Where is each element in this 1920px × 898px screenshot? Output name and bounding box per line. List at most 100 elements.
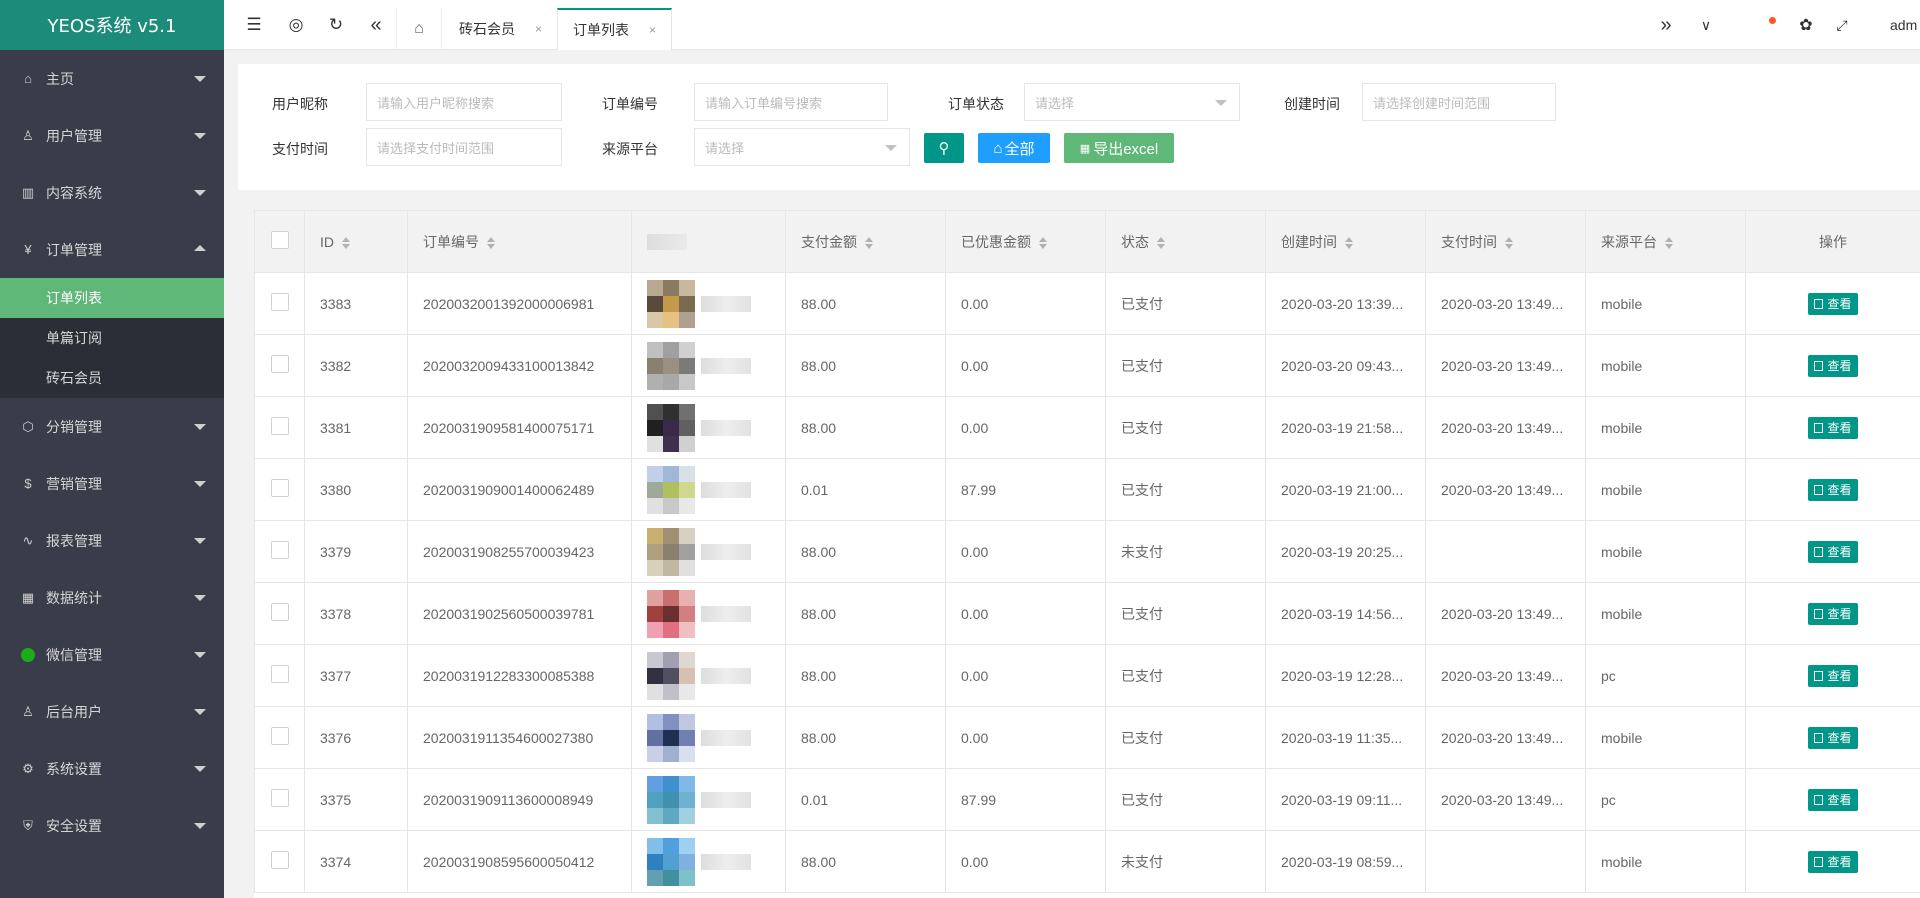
sidebar-subitem[interactable]: 单篇订阅 [0,318,224,358]
status-select[interactable]: 请选择 [1024,83,1240,121]
cell-paid [1425,830,1586,893]
sort-icon[interactable] [1157,236,1165,249]
table-row: 3376 2020031911354600027380 88.00 0.00 已支付 20… [254,706,1920,769]
row-checkbox[interactable] [270,293,289,311]
view-button[interactable]: 查看 [1808,850,1858,873]
sidebar-item[interactable]: ♙ 后台用户 [0,683,224,740]
globe-icon[interactable]: ◎ [276,0,316,50]
tab-scroll-left-icon[interactable]: « [356,0,396,50]
sort-icon[interactable] [342,236,350,249]
cell-order-no: 2020031908255700039423 [407,520,632,583]
cell-amount: 88.00 [785,396,946,459]
sidebar-item[interactable]: ¥ 订单管理 [0,221,224,278]
row-checkbox[interactable] [270,665,289,683]
close-icon[interactable]: × [649,23,656,37]
view-button[interactable]: 查看 [1808,726,1858,749]
select-all-checkbox[interactable] [270,231,289,249]
header-created[interactable]: 创建时间 [1265,210,1426,273]
view-button[interactable]: 查看 [1808,416,1858,439]
sidebar-item[interactable]: 微信管理 [0,626,224,683]
view-button[interactable]: 查看 [1808,602,1858,625]
row-checkbox[interactable] [270,789,289,807]
view-button[interactable]: 查看 [1808,478,1858,501]
row-checkbox[interactable] [270,603,289,621]
view-button[interactable]: 查看 [1808,540,1858,563]
show-all-button[interactable]: ⌂ 全部 [978,133,1050,163]
platform-label: 来源平台 [602,141,658,157]
header-id[interactable]: ID [304,210,408,273]
avatar [647,527,695,576]
row-checkbox[interactable] [270,479,289,497]
palette-icon[interactable]: ✿ [1786,0,1826,50]
sort-icon[interactable] [1039,236,1047,249]
header-platform[interactable]: 来源平台 [1585,210,1746,273]
sidebar-item[interactable]: ⚙ 系统设置 [0,740,224,797]
row-checkbox[interactable] [270,541,289,559]
sidebar-submenu: 订单列表 单篇订阅 砖石会员 [0,278,224,398]
app-logo[interactable]: YEOS系统 v5.1 [0,0,224,50]
sort-icon[interactable] [1665,236,1673,249]
view-button[interactable]: 查看 [1808,788,1858,811]
sort-icon[interactable] [1345,236,1353,249]
order-no-input[interactable]: 请输入订单编号搜索 [694,83,888,121]
view-label: 查看 [1827,297,1852,311]
sort-icon[interactable] [1505,236,1513,249]
row-checkbox[interactable] [270,355,289,373]
chevron-down-icon[interactable]: ∨ [1686,0,1726,50]
platform-select-value: 请选择 [705,140,745,156]
close-icon[interactable]: × [535,22,542,36]
header-paid[interactable]: 支付时间 [1425,210,1586,273]
nickname-input[interactable]: 请输入用户昵称搜索 [366,83,562,121]
tab-scroll-right-icon[interactable]: » [1646,0,1686,50]
filter-panel: 用户昵称 请输入用户昵称搜索 订单编号 请输入订单编号搜索 订单状态 请选择 创… [238,64,1920,190]
sidebar-item[interactable]: ⌂ 主页 [0,50,224,107]
header-discount[interactable]: 已优惠金额 [945,210,1106,273]
sidebar-item[interactable]: ▦ 数据统计 [0,569,224,626]
sidebar-item[interactable]: ▥ 内容系统 [0,164,224,221]
header-order-no[interactable]: 订单编号 [407,210,632,273]
cell-created: 2020-03-19 14:56... [1265,582,1426,645]
view-label: 查看 [1827,669,1852,683]
refresh-icon[interactable]: ↻ [316,0,356,50]
paid-range-input[interactable]: 请选择支付时间范围 [366,128,562,166]
sidebar-subitem[interactable]: 砖石会员 [0,358,224,398]
admin-user[interactable]: adm [1890,0,1920,50]
view-button[interactable]: 查看 [1808,292,1858,315]
view-button[interactable]: 查看 [1808,664,1858,687]
sidebar-subitem[interactable]: 订单列表 [0,278,224,318]
cell-actions: 查看 [1745,520,1920,583]
header-status[interactable]: 状态 [1105,210,1266,273]
sidebar-item[interactable]: $ 营销管理 [0,455,224,512]
document-icon [1814,422,1824,433]
tab-order-list[interactable]: 订单列表 × [557,8,673,50]
tab-diamond-member[interactable]: 砖石会员 × [459,8,542,50]
sidebar-item[interactable]: ∿ 报表管理 [0,512,224,569]
sidebar-item[interactable]: ⬡ 分销管理 [0,398,224,455]
search-button[interactable]: ⚲ [924,133,964,163]
user-icon: ♙ [22,703,34,719]
home-tab-icon[interactable]: ⌂ [396,8,442,50]
platform-select[interactable]: 请选择 [694,128,910,166]
cell-platform: mobile [1585,520,1746,583]
blurred-header [647,234,687,251]
menu-collapse-icon[interactable]: ☰ [234,0,274,50]
export-excel-button[interactable]: ▦ 导出excel [1064,133,1174,163]
sort-icon[interactable] [865,236,873,249]
sort-icon[interactable] [487,236,495,249]
cell-discount: 87.99 [945,458,1106,521]
created-range-input[interactable]: 请选择创建时间范围 [1362,83,1556,121]
row-select-cell [254,396,305,459]
row-checkbox[interactable] [270,417,289,435]
cell-created: 2020-03-19 21:00... [1265,458,1426,521]
row-checkbox[interactable] [270,851,289,869]
header-amount[interactable]: 支付金额 [785,210,946,273]
fullscreen-icon[interactable]: ⤢ [1822,0,1862,50]
row-checkbox[interactable] [270,727,289,745]
cell-actions: 查看 [1745,644,1920,707]
chevron-down-icon [194,424,206,430]
cell-status: 已支付 [1105,644,1266,707]
chevron-down-icon [194,595,206,601]
view-button[interactable]: 查看 [1808,354,1858,377]
sidebar-item[interactable]: ♙ 用户管理 [0,107,224,164]
sidebar-item[interactable]: ⛨ 安全设置 [0,797,224,854]
